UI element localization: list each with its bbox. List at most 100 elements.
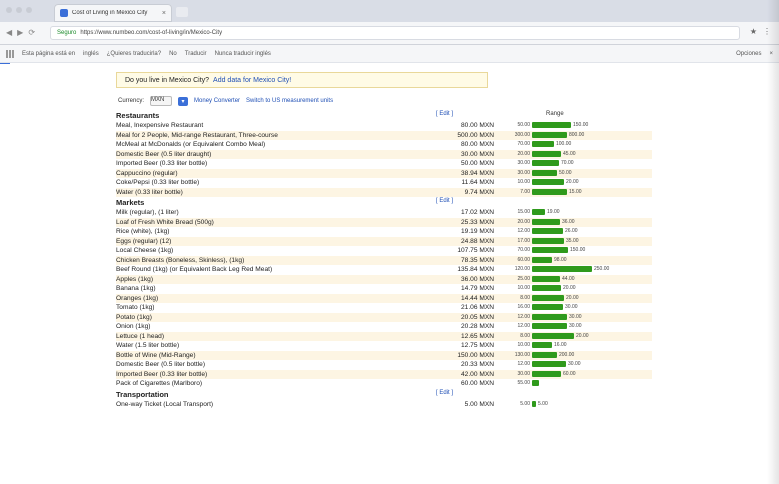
price-range: 50.00 150.00 — [506, 122, 588, 128]
range-min: 60.00 — [517, 256, 530, 263]
edit-link[interactable]: [ Edit ] — [436, 198, 453, 204]
minimize-window-button[interactable] — [16, 7, 22, 13]
item-name: Eggs (regular) (12) — [116, 237, 172, 245]
range-max: 20.00 — [566, 179, 579, 185]
range-min: 70.00 — [517, 247, 530, 253]
range-max: 60.00 — [563, 370, 576, 377]
item-price: 24.88 MXN — [461, 237, 494, 245]
nav-buttons: ◀ ▶ ⟳ — [6, 28, 35, 37]
currency-row: Currency: MXN ▾ Money Converter Switch t… — [118, 96, 333, 106]
item-name: Water (1.5 liter bottle) — [116, 342, 180, 349]
currency-select[interactable]: MXN — [150, 96, 173, 106]
item-price: 107.75 MXN — [457, 247, 494, 254]
range-bar — [532, 209, 545, 215]
range-bar — [532, 237, 564, 244]
range-max: 30.00 — [569, 323, 582, 329]
close-tab-icon[interactable]: × — [162, 10, 166, 17]
item-price: 80.00 MXN — [461, 122, 494, 129]
range-min: 12.00 — [517, 313, 530, 320]
currency-go-button[interactable]: ▾ — [178, 96, 189, 106]
item-name: Domestic Beer (0.5 liter draught) — [116, 150, 212, 158]
item-price: 17.02 MXN — [461, 209, 494, 216]
secure-label: Seguro — [57, 30, 77, 36]
item-name: Loaf of Fresh White Bread (500g) — [116, 218, 214, 226]
item-price: 500.00 MXN — [457, 131, 494, 139]
table-row: Cappuccino (regular) 38.94 MXN 30.00 50.00 — [116, 168, 652, 178]
reload-icon[interactable]: ⟳ — [28, 28, 35, 37]
range-bar — [532, 266, 592, 272]
section-title: Restaurants — [116, 111, 160, 120]
item-name: Tomato (1kg) — [116, 304, 155, 311]
range-bar — [532, 160, 559, 166]
translate-no-button[interactable]: No — [169, 51, 177, 57]
range-max: 26.00 — [565, 228, 578, 234]
add-data-link[interactable]: Add data for Mexico City! — [213, 77, 291, 84]
range-bar — [532, 351, 557, 358]
address-bar[interactable]: Seguro https://www.numbeo.com/cost-of-li… — [50, 26, 740, 40]
item-name: Apples (1kg) — [116, 275, 154, 283]
table-row: Eggs (regular) (12) 24.88 MXN 17.00 35.00 — [116, 236, 652, 246]
range-min: 5.00 — [520, 400, 530, 407]
item-name: McMeal at McDonalds (or Equivalent Combo… — [116, 141, 266, 148]
switch-units-link[interactable]: Switch to US measurement units — [246, 98, 333, 104]
section-header: Restaurants [ Edit ] Range — [116, 110, 652, 121]
range-min: 20.00 — [517, 218, 530, 225]
maximize-window-button[interactable] — [26, 7, 32, 13]
edit-link[interactable]: [ Edit ] — [436, 390, 453, 396]
item-name: Imported Beer (0.33 liter bottle) — [116, 160, 208, 167]
item-name: Bottle of Wine (Mid-Range) — [116, 351, 196, 359]
browser-tab[interactable]: Cost of Living in Mexico City × — [54, 4, 172, 22]
table-row: Pack of Cigarettes (Marlboro) 60.00 MXN 55… — [116, 379, 652, 389]
range-bar — [532, 122, 571, 128]
money-converter-link[interactable]: Money Converter — [194, 98, 240, 104]
range-min: 12.00 — [517, 228, 530, 234]
item-price: 20.33 MXN — [461, 361, 494, 368]
edit-link[interactable]: [ Edit ] — [436, 111, 453, 117]
back-icon[interactable]: ◀ — [6, 28, 12, 37]
item-price: 38.94 MXN — [461, 169, 494, 177]
range-bar — [532, 169, 557, 176]
price-range: 12.00 26.00 — [506, 228, 578, 234]
price-range: 60.00 98.00 — [506, 256, 567, 263]
bookmark-star-icon[interactable]: ★ — [750, 27, 757, 36]
price-range: 12.00 30.00 — [506, 313, 582, 320]
range-bar — [532, 370, 561, 377]
window-shadow — [767, 0, 779, 484]
table-row: Bottle of Wine (Mid-Range) 150.00 MXN 130.… — [116, 350, 652, 360]
range-max: 5.00 — [538, 400, 548, 407]
range-max: 36.00 — [562, 218, 575, 225]
url-text: https://www.numbeo.com/cost-of-living/in… — [80, 30, 223, 36]
item-name: Rice (white), (1kg) — [116, 228, 170, 235]
new-tab-button[interactable] — [176, 7, 188, 17]
city-banner: Do you live in Mexico City? Add data for… — [116, 72, 488, 88]
section-header: Transportation [ Edit ] — [116, 389, 652, 400]
browser-window: Cost of Living in Mexico City × ◀ ▶ ⟳ Se… — [0, 0, 779, 484]
range-bar — [532, 275, 560, 282]
item-name: Banana (1kg) — [116, 285, 156, 292]
item-price: 11.64 MXN — [461, 179, 495, 186]
range-min: 30.00 — [517, 370, 530, 377]
item-name: Lettuce (1 head) — [116, 332, 165, 340]
range-max: 800.00 — [569, 131, 585, 138]
range-bar — [532, 179, 564, 185]
tab-title: Cost of Living in Mexico City — [72, 10, 148, 16]
price-range: 8.00 20.00 — [506, 332, 589, 339]
banner-question: Do you live in Mexico City? — [125, 76, 210, 84]
translate-options-button[interactable]: Opciones — [736, 51, 761, 57]
item-price: 20.05 MXN — [461, 313, 494, 321]
item-name: Water (0.33 liter bottle) — [116, 188, 183, 196]
translate-button[interactable]: Traducir — [185, 51, 207, 57]
translate-bar: Esta página está en inglés ¿Quieres trad… — [0, 45, 779, 63]
item-name: Onion (1kg) — [116, 323, 151, 330]
table-row: One-way Ticket (Local Transport) 5.00 MXN… — [116, 400, 652, 410]
forward-icon[interactable]: ▶ — [17, 28, 23, 37]
never-translate-button[interactable]: Nunca traducir inglés — [215, 51, 271, 57]
close-window-button[interactable] — [6, 7, 12, 13]
range-max: 45.00 — [563, 150, 576, 157]
range-min: 17.00 — [517, 237, 530, 244]
item-name: Milk (regular), (1 liter) — [116, 209, 179, 216]
translate-label: Esta página está en — [22, 50, 76, 57]
translate-prompt: ¿Quieres traducirla? — [106, 50, 162, 57]
table-row: Imported Beer (0.33 liter bottle) 42.00 M… — [116, 369, 652, 379]
section-title: Transportation — [116, 389, 169, 399]
